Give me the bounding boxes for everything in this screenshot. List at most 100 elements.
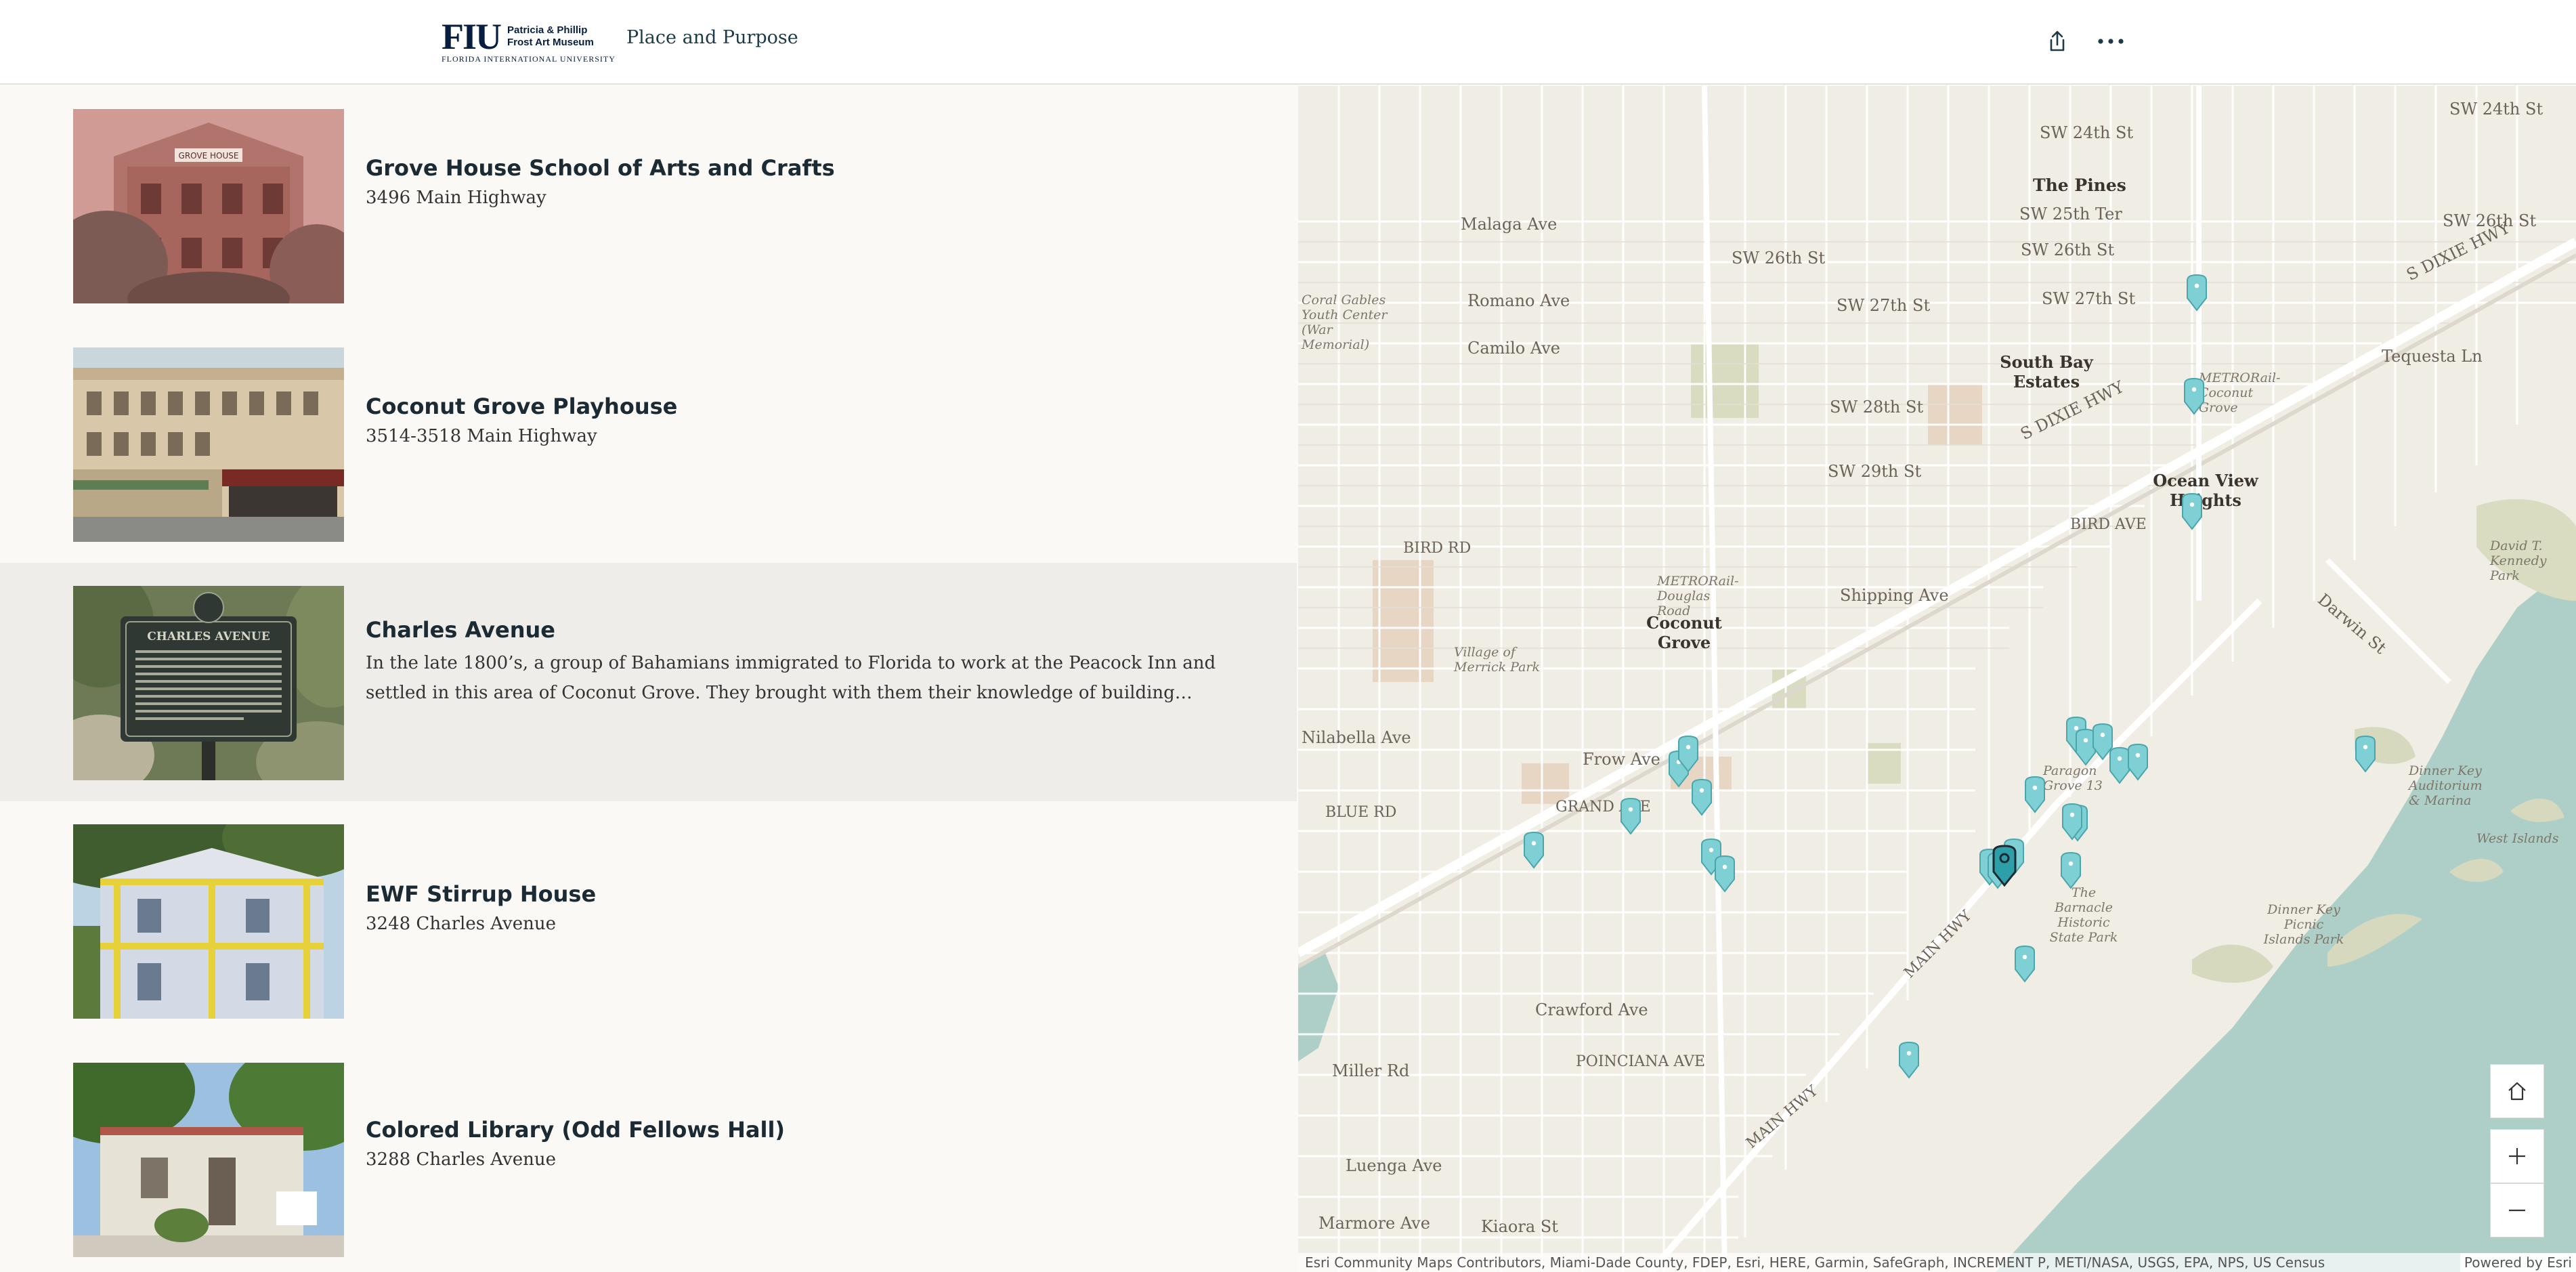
map-pin-icon[interactable] — [2180, 492, 2204, 533]
colored-library-thumbnail — [73, 1063, 344, 1257]
label-west-islands: West Islands — [2476, 831, 2559, 846]
playhouse-text: Coconut Grove Playhouse 3514-3518 Main H… — [366, 392, 1222, 450]
label-metro-douglas: METRORail-Douglas Road — [1657, 574, 1739, 618]
label-blue: Blue Rd — [1325, 804, 1397, 821]
label-the-pines: The Pines — [2033, 175, 2126, 195]
label-kennedy-park: David T. Kennedy Park — [2490, 538, 2547, 583]
map-pin-icon-selected[interactable] — [1991, 845, 2018, 889]
label-camilo: Camilo Ave — [1467, 339, 1560, 358]
item-address: 3288 Charles Avenue — [366, 1149, 556, 1170]
map-pin-icon[interactable] — [2060, 803, 2084, 843]
map-pin-icon[interactable] — [1690, 778, 1714, 819]
label-nilabella: Nilabella Ave — [1302, 728, 1411, 747]
map-pin-icon[interactable] — [2182, 377, 2206, 418]
logo-university: FLORIDA INTERNATIONAL UNIVERSITY — [442, 54, 616, 64]
label-sw29: SW 29th St — [1828, 462, 1922, 481]
label-coconut-grove: Coconut Grove — [1646, 613, 1722, 652]
map-basemap — [1298, 86, 2576, 1272]
fiu-frost-logo[interactable]: FIU Patricia & Phillip Frost Art Museum … — [442, 16, 616, 64]
more-options-button[interactable] — [2094, 24, 2128, 58]
map-view[interactable]: SW 24th St SW 24th St SW 25th Ter SW 26t… — [1298, 86, 2576, 1272]
label-sw28: SW 28th St — [1830, 398, 1924, 417]
app-header: FIU Patricia & Phillip Frost Art Museum … — [0, 0, 2576, 85]
grove-house-sign: GROVE HOUSE — [179, 151, 239, 161]
logo-museum-name: Patricia & Phillip Frost Art Museum — [507, 24, 594, 49]
label-crawford: Crawford Ave — [1535, 1000, 1648, 1019]
label-kiaora: Kiaora St — [1481, 1217, 1558, 1236]
label-sw27: SW 27th St — [1837, 296, 1931, 315]
app-title: Place and Purpose — [626, 27, 798, 48]
map-pin-icon[interactable] — [1676, 735, 1700, 776]
label-bird-rd: Bird Rd — [1403, 540, 1472, 557]
label-shipping: Shipping Ave — [1840, 586, 1949, 605]
label-village: Village of Merrick Park — [1454, 645, 1540, 675]
playhouse-thumbnail — [73, 347, 344, 542]
map-pin-icon[interactable] — [2013, 945, 2037, 985]
label-bird-ave: Bird Ave — [2070, 516, 2147, 533]
item-title: Charles Avenue — [366, 617, 555, 643]
label-frow: Frow Ave — [1583, 750, 1660, 769]
list-item-coconut-grove-playhouse[interactable]: Coconut Grove Playhouse 3514-3518 Main H… — [0, 324, 1297, 563]
label-sw27b: SW 27th St — [2042, 289, 2136, 308]
grove-house-text: Grove House School of Arts and Crafts 34… — [366, 154, 1222, 212]
label-sw24: SW 24th St — [2040, 123, 2134, 142]
share-icon — [2050, 30, 2065, 51]
item-title: Coconut Grove Playhouse — [366, 394, 678, 419]
share-button[interactable] — [2040, 24, 2074, 58]
story-list[interactable]: GROVE HOUSE Grove House School of Arts a… — [0, 86, 1297, 1272]
label-sw26: SW 26th St — [1732, 249, 1826, 268]
label-coral-gables: Coral Gables Youth Center (War Memorial) — [1302, 293, 1388, 352]
colored-library-text: Colored Library (Odd Fellows Hall) 3288 … — [366, 1116, 1222, 1174]
item-title: Grove House School of Arts and Crafts — [366, 155, 835, 181]
map-pin-icon[interactable] — [2059, 851, 2083, 892]
item-address: 3248 Charles Avenue — [366, 914, 556, 934]
item-title: EWF Stirrup House — [366, 881, 597, 907]
label-tequesta: Tequesta Ln — [2382, 347, 2483, 366]
map-pin-icon[interactable] — [1618, 797, 1643, 838]
logo-line-1: Patricia & Phillip — [507, 24, 588, 36]
label-dinner-key: Dinner Key Auditorium & Marina — [2409, 763, 2483, 808]
charles-avenue-thumbnail: CHARLES AVENUE — [73, 586, 344, 780]
logo-line-2: Frost Art Museum — [507, 36, 594, 48]
item-address: 3514-3518 Main Highway — [366, 426, 597, 446]
label-poinciana: Poinciana Ave — [1576, 1053, 1706, 1070]
zoom-out-icon — [2509, 1209, 2525, 1212]
label-barnacle: The Barnacle Historic State Park — [2049, 885, 2118, 945]
stirrup-house-thumbnail — [73, 824, 344, 1019]
charles-avenue-sign: CHARLES AVENUE — [147, 630, 270, 643]
home-icon — [2508, 1082, 2526, 1101]
label-malaga: Malaga Ave — [1461, 215, 1558, 234]
map-pin-icon[interactable] — [1713, 855, 1737, 895]
map-pin-icon[interactable] — [2353, 735, 2378, 776]
label-dinner-picnic: Dinner Key Picnic Islands Park — [2263, 902, 2344, 947]
map-pin-icon[interactable] — [2185, 274, 2209, 314]
list-item-charles-avenue[interactable]: CHARLES AVENUE Charles Avenue In the lat… — [0, 563, 1297, 801]
map-pin-icon[interactable] — [2023, 776, 2047, 816]
map-zoom-in-button[interactable] — [2490, 1129, 2544, 1183]
item-description: In the late 1800’s, a group of Bahamians… — [366, 653, 1216, 703]
list-item-colored-library[interactable]: Colored Library (Odd Fellows Hall) 3288 … — [0, 1040, 1297, 1272]
map-pin-icon[interactable] — [1897, 1041, 1921, 1082]
item-title: Colored Library (Odd Fellows Hall) — [366, 1117, 786, 1143]
label-luenga: Luenga Ave — [1346, 1156, 1442, 1175]
map-attribution[interactable]: Esri Community Maps Contributors, Miami-… — [1298, 1253, 2576, 1272]
logo-fiu: FIU — [442, 16, 502, 57]
item-address: 3496 Main Highway — [366, 188, 546, 208]
powered-by-esri[interactable]: Powered by Esri — [2460, 1253, 2576, 1272]
zoom-in-icon — [2509, 1148, 2525, 1164]
map-home-button[interactable] — [2490, 1064, 2544, 1118]
list-item-grove-house[interactable]: GROVE HOUSE Grove House School of Arts a… — [0, 86, 1297, 324]
label-metro-coconut: METRORail-Coconut Grove — [2199, 370, 2281, 415]
charles-avenue-text: Charles Avenue In the late 1800’s, a gro… — [366, 616, 1222, 708]
label-sw25ter: SW 25th Ter — [2019, 205, 2122, 224]
more-options-icon — [2098, 39, 2124, 44]
label-romano: Romano Ave — [1467, 291, 1570, 310]
label-sw24b: SW 24th St — [2449, 100, 2543, 119]
map-pin-icon[interactable] — [1522, 831, 1546, 872]
map-zoom-out-button[interactable] — [2490, 1183, 2544, 1237]
grove-house-thumbnail: GROVE HOUSE — [73, 109, 344, 303]
map-pin-icon[interactable] — [2126, 743, 2150, 784]
label-ocean-view: Ocean View Heights — [2153, 471, 2258, 510]
label-south-bay: South Bay Estates — [2000, 352, 2093, 391]
list-item-ewf-stirrup-house[interactable]: EWF Stirrup House 3248 Charles Avenue — [0, 801, 1297, 1040]
